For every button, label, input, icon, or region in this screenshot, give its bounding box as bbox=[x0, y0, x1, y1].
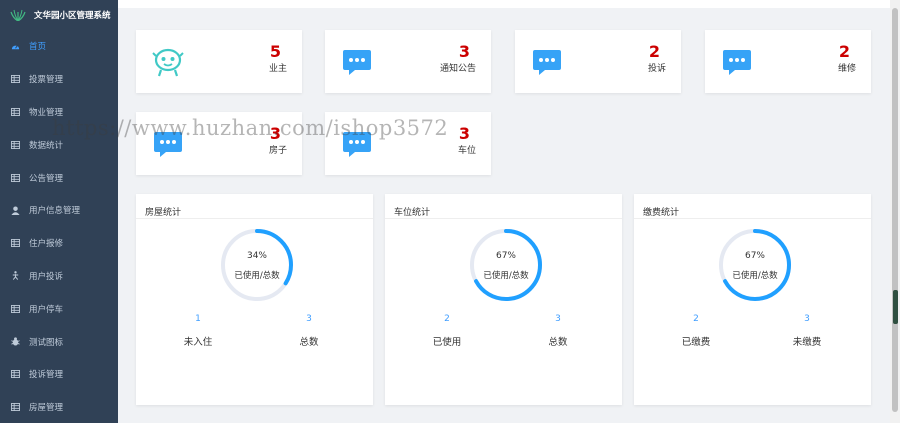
chat-bubble-icon bbox=[723, 50, 751, 75]
sidebar-item-label: 首页 bbox=[29, 42, 47, 53]
chat-bubble-icon bbox=[343, 50, 371, 75]
progress-ring: 67% 已使用/总数 bbox=[716, 226, 794, 304]
count-left-label: 未入住 bbox=[183, 337, 213, 348]
count-right: 3 bbox=[555, 314, 561, 324]
count-right-label: 未缴费 bbox=[792, 337, 822, 348]
stat-card-owners[interactable]: 5 业主 bbox=[136, 30, 302, 93]
progress-caption: 已使用/总数 bbox=[732, 271, 778, 281]
sidebar-item-user-info[interactable]: 用户信息管理 bbox=[0, 194, 118, 227]
main-content: 5 业主 3 通知公告 2 投诉 2 维修 3 房子 3 车位 房屋统计 34%… bbox=[118, 0, 890, 423]
sidebar-item-label: 房屋管理 bbox=[29, 403, 64, 414]
stat-value: 2 bbox=[648, 42, 660, 61]
progress-percent: 67% bbox=[495, 251, 516, 261]
table-icon bbox=[11, 75, 20, 84]
sidebar-item-repairs[interactable]: 住户报修 bbox=[0, 227, 118, 260]
sidebar-item-house-management[interactable]: 房屋管理 bbox=[0, 391, 118, 423]
sidebar-item-vote-management[interactable]: 投票管理 bbox=[0, 63, 118, 96]
scrollbar-thumb[interactable] bbox=[892, 8, 898, 412]
sidebar-item-label: 数据统计 bbox=[29, 140, 64, 151]
panel-title: 缴费统计 bbox=[643, 208, 680, 218]
sidebar-item-test-icons[interactable]: 测试图标 bbox=[0, 325, 118, 358]
user-icon bbox=[11, 206, 20, 215]
sidebar-item-user-complaints[interactable]: 用户投诉 bbox=[0, 260, 118, 293]
vertical-scrollbar[interactable] bbox=[890, 0, 900, 423]
stat-card-repairs[interactable]: 2 维修 bbox=[705, 30, 871, 93]
divider bbox=[634, 218, 871, 219]
stat-label: 维修 bbox=[837, 64, 856, 74]
count-right-label: 总数 bbox=[299, 337, 319, 348]
table-icon bbox=[11, 403, 20, 412]
watermark-text: https://www.huzhan.com/ishop3572 bbox=[52, 116, 449, 140]
bug-icon bbox=[11, 337, 20, 346]
stat-value: 3 bbox=[458, 42, 470, 61]
app-logo[interactable]: 文华园小区管理系统 bbox=[0, 0, 118, 30]
panel-title: 车位统计 bbox=[394, 208, 431, 218]
count-right-label: 总数 bbox=[548, 337, 568, 348]
robot-icon bbox=[152, 48, 184, 77]
divider bbox=[385, 218, 622, 219]
sidebar-item-label: 投票管理 bbox=[29, 75, 64, 86]
sidebar-item-home[interactable]: 首页 bbox=[0, 30, 118, 63]
stat-card-notices[interactable]: 3 通知公告 bbox=[325, 30, 491, 93]
stat-value: 5 bbox=[269, 42, 281, 61]
stat-label: 房子 bbox=[268, 146, 287, 156]
progress-percent: 67% bbox=[744, 251, 765, 261]
sidebar-item-parking[interactable]: 用户停车 bbox=[0, 292, 118, 325]
scrollbar-grip[interactable] bbox=[893, 290, 898, 324]
sidebar-item-label: 用户信息管理 bbox=[29, 206, 81, 217]
stat-card-complaints[interactable]: 2 投诉 bbox=[515, 30, 681, 93]
count-right: 3 bbox=[306, 314, 312, 324]
sidebar-item-label: 测试图标 bbox=[29, 337, 64, 348]
table-icon bbox=[11, 140, 20, 149]
table-icon bbox=[11, 107, 20, 116]
sidebar-item-label: 公告管理 bbox=[29, 173, 64, 184]
count-left-label: 已缴费 bbox=[681, 337, 711, 348]
count-right: 3 bbox=[804, 314, 810, 324]
table-icon bbox=[11, 173, 20, 182]
divider bbox=[136, 218, 373, 219]
sidebar-item-complaint-management[interactable]: 投诉管理 bbox=[0, 358, 118, 391]
table-icon bbox=[11, 304, 20, 313]
sidebar-item-label: 投诉管理 bbox=[29, 370, 64, 381]
leaf-logo-icon bbox=[10, 9, 26, 21]
stat-label: 投诉 bbox=[647, 64, 666, 74]
sidebar: 文华园小区管理系统 首页 投票管理 物业管理 数据统计 公告管理 用户信息管理 … bbox=[0, 0, 118, 423]
count-left: 2 bbox=[693, 314, 699, 324]
dashboard-icon bbox=[11, 42, 20, 51]
stat-value: 3 bbox=[458, 124, 470, 143]
panel-parking-statistics: 车位统计 67% 已使用/总数 2 3 已使用 总数 bbox=[385, 194, 622, 405]
sidebar-item-label: 用户投诉 bbox=[29, 271, 64, 282]
stat-label: 通知公告 bbox=[439, 64, 476, 74]
stat-label: 车位 bbox=[457, 146, 476, 156]
sidebar-item-label: 用户停车 bbox=[29, 304, 64, 315]
app-title: 文华园小区管理系统 bbox=[34, 11, 111, 21]
accessibility-icon bbox=[11, 271, 20, 281]
chat-bubble-icon bbox=[533, 50, 561, 75]
progress-ring: 67% 已使用/总数 bbox=[467, 226, 545, 304]
progress-caption: 已使用/总数 bbox=[483, 271, 529, 281]
progress-caption: 已使用/总数 bbox=[234, 271, 280, 281]
panel-payment-statistics: 缴费统计 67% 已使用/总数 2 3 已缴费 未缴费 bbox=[634, 194, 871, 405]
top-bar bbox=[118, 0, 890, 8]
table-icon bbox=[11, 239, 20, 248]
table-icon bbox=[11, 370, 20, 379]
stat-value: 2 bbox=[838, 42, 850, 61]
progress-ring: 34% 已使用/总数 bbox=[218, 226, 296, 304]
count-left: 2 bbox=[444, 314, 450, 324]
sidebar-item-label: 住户报修 bbox=[29, 239, 64, 250]
sidebar-item-notice-management[interactable]: 公告管理 bbox=[0, 161, 118, 194]
progress-percent: 34% bbox=[246, 251, 267, 261]
count-left-label: 已使用 bbox=[432, 337, 462, 348]
panel-title: 房屋统计 bbox=[145, 208, 182, 218]
count-left: 1 bbox=[195, 314, 201, 324]
panel-house-statistics: 房屋统计 34% 已使用/总数 1 3 未入住 总数 bbox=[136, 194, 373, 405]
stat-label: 业主 bbox=[268, 64, 287, 74]
